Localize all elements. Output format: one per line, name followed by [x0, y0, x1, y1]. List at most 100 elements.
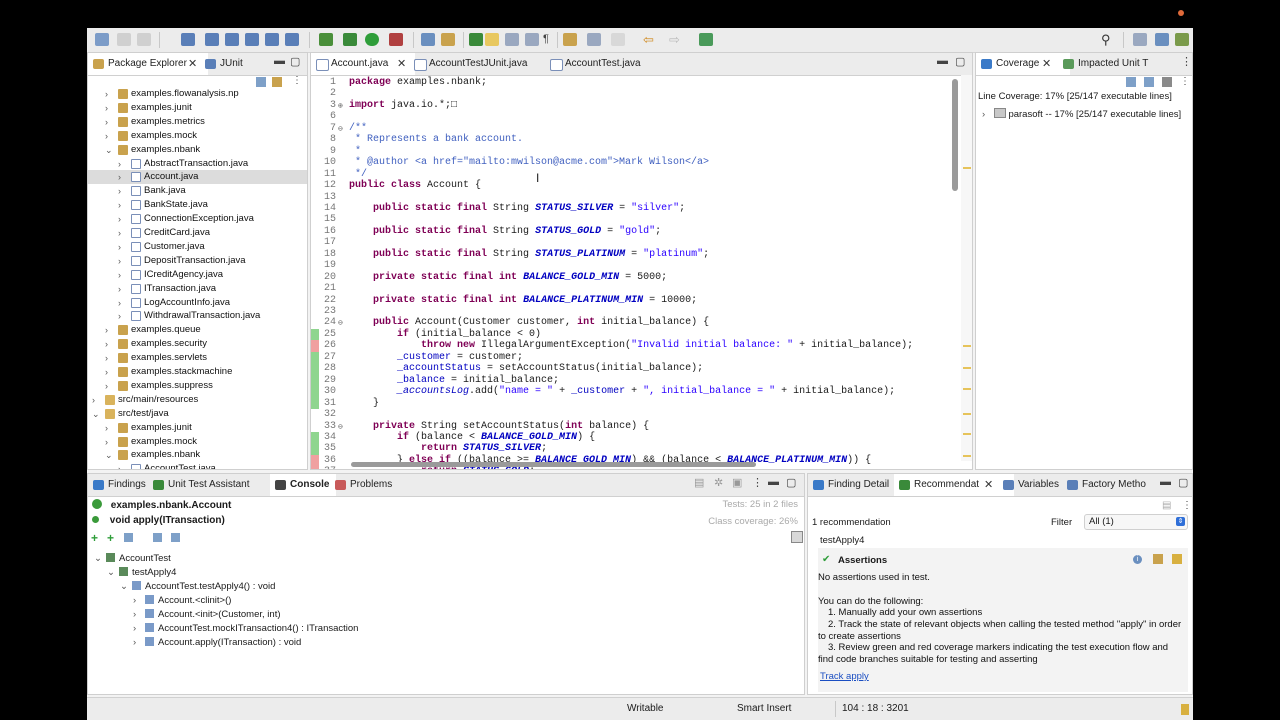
minimize-icon[interactable]: ▬: [274, 55, 285, 67]
maximize-icon[interactable]: ▢: [290, 55, 300, 68]
chevron-right-icon[interactable]: ›: [133, 622, 145, 636]
collapse-fold-icon[interactable]: ⊖: [338, 318, 343, 328]
chevron-down-icon[interactable]: ⌄: [107, 566, 119, 580]
view-menu-icon[interactable]: ⋮: [752, 476, 763, 489]
chevron-right-icon[interactable]: ›: [118, 226, 121, 240]
tree-item[interactable]: › LogAccountInfo.java: [118, 296, 230, 310]
add-icon[interactable]: +: [91, 531, 98, 545]
chevron-down-icon[interactable]: ⌄: [120, 580, 132, 594]
tab-package-explorer[interactable]: Package Explorer ✕: [88, 53, 208, 75]
tree-item[interactable]: › Bank.java: [118, 184, 186, 198]
expand-all-icon[interactable]: [1126, 77, 1136, 87]
view-menu-icon[interactable]: ⋮: [1181, 55, 1192, 68]
chevron-right-icon[interactable]: ›: [118, 309, 121, 323]
link-editor-icon[interactable]: [272, 77, 282, 87]
tree-item[interactable]: › examples.metrics: [105, 115, 205, 129]
tab-impacted-unit-tests[interactable]: Impacted Unit T: [1058, 53, 1148, 75]
debug-perspective-icon[interactable]: [1175, 33, 1189, 46]
tree-item[interactable]: ⌄ src/test/java: [92, 407, 169, 421]
settings-icon[interactable]: ✲: [714, 476, 723, 489]
back-icon[interactable]: ⇦: [643, 33, 657, 46]
copy-icon[interactable]: [153, 533, 162, 542]
tree-item[interactable]: › DepositTransaction.java: [118, 254, 246, 268]
tab-accounttestjunit-java[interactable]: AccountTestJUnit.java: [409, 53, 527, 75]
minimize-icon[interactable]: ▬: [1160, 476, 1171, 488]
close-icon[interactable]: ✕: [1042, 53, 1051, 75]
expand-fold-icon[interactable]: ⊕: [338, 101, 343, 111]
tab-account-java[interactable]: Account.java ✕: [311, 53, 415, 75]
tree-item[interactable]: › CreditCard.java: [118, 226, 210, 240]
chevron-right-icon[interactable]: ›: [118, 198, 121, 212]
pin-editor-icon[interactable]: [699, 33, 713, 46]
view-menu-icon[interactable]: ⋮: [1182, 500, 1192, 511]
chevron-right-icon[interactable]: ›: [118, 254, 121, 268]
external-tools-icon[interactable]: [389, 33, 403, 46]
save-icon[interactable]: [117, 33, 131, 46]
chevron-right-icon[interactable]: ›: [118, 184, 121, 198]
edit-assertion-icon[interactable]: [1172, 554, 1182, 564]
chevron-right-icon[interactable]: ›: [105, 435, 108, 449]
tab-factory-methods[interactable]: Factory Metho: [1062, 474, 1146, 496]
tree-item[interactable]: › examples.junit: [105, 421, 192, 435]
execution-tree-item[interactable]: › Account.apply(ITransaction) : void: [133, 636, 301, 650]
vertical-scrollbar[interactable]: [952, 79, 958, 191]
wizard-icon[interactable]: [1153, 554, 1163, 564]
close-icon[interactable]: ✕: [397, 53, 406, 75]
run-icon[interactable]: [365, 33, 379, 46]
chevron-right-icon[interactable]: ›: [105, 87, 108, 101]
new-class-icon[interactable]: [469, 33, 483, 46]
last-edit-icon[interactable]: [611, 33, 625, 46]
collapse-all-icon[interactable]: [1144, 77, 1154, 87]
refresh-icon[interactable]: [92, 499, 102, 509]
tab-coverage[interactable]: Coverage ✕: [976, 53, 1070, 75]
clear-icon[interactable]: ▤: [694, 476, 704, 489]
maximize-icon[interactable]: ▢: [786, 476, 796, 489]
chevron-right-icon[interactable]: ›: [982, 109, 985, 120]
tree-item[interactable]: › examples.mock: [105, 129, 197, 143]
step-over-icon[interactable]: [245, 33, 259, 46]
collapse-all-icon[interactable]: [256, 77, 266, 87]
search-icon[interactable]: ⚲: [1101, 33, 1115, 46]
perspective-icon[interactable]: [1133, 33, 1147, 46]
tab-finding-detail[interactable]: Finding Detail: [808, 474, 889, 496]
tree-item[interactable]: ⌄ examples.nbank: [105, 143, 200, 157]
maximize-icon[interactable]: ▢: [955, 55, 965, 68]
tree-item[interactable]: ⌄ examples.nbank: [105, 448, 200, 462]
execution-tree-item[interactable]: › Account.<init>(Customer, int): [133, 608, 281, 622]
tree-item[interactable]: › ConnectionException.java: [118, 212, 254, 226]
chevron-right-icon[interactable]: ›: [105, 323, 108, 337]
horizontal-scrollbar[interactable]: [351, 462, 756, 467]
execution-tree-item[interactable]: › AccountTest.mockITransaction4() : ITran…: [133, 622, 358, 636]
chevron-right-icon[interactable]: ›: [133, 608, 145, 622]
chevron-right-icon[interactable]: ›: [105, 115, 108, 129]
collapse-tree-icon[interactable]: [791, 531, 803, 543]
tree-item[interactable]: › examples.queue: [105, 323, 201, 337]
tree-item[interactable]: › Account.java: [88, 170, 307, 185]
tab-unit-test-assistant[interactable]: Unit Test Assistant ✕: [148, 474, 325, 496]
tab-findings[interactable]: Findings: [88, 474, 146, 496]
info-icon[interactable]: i: [1133, 555, 1142, 564]
print-icon[interactable]: [137, 33, 151, 46]
tree-item[interactable]: › ICreditAgency.java: [118, 268, 223, 282]
tab-accounttest-java[interactable]: AccountTest.java: [545, 53, 641, 75]
prev-annotation-icon[interactable]: [587, 33, 601, 46]
tab-recommendations[interactable]: Recommendat ✕: [894, 474, 1014, 496]
execution-tree-item[interactable]: › Account.<clinit>(): [133, 594, 231, 608]
settings-icon[interactable]: ▤: [1162, 500, 1171, 511]
chevron-right-icon[interactable]: ›: [118, 170, 121, 184]
tree-item[interactable]: › Customer.java: [118, 240, 205, 254]
chevron-right-icon[interactable]: ›: [118, 157, 121, 171]
chevron-right-icon[interactable]: ›: [133, 636, 145, 650]
toggle-mark-icon[interactable]: [525, 33, 539, 46]
step-return-icon[interactable]: [265, 33, 279, 46]
chevron-right-icon[interactable]: ›: [92, 393, 95, 407]
code-editor[interactable]: 1 package examples.nbank; 2 3 ⊕ import java.i…: [311, 75, 961, 469]
execution-tree-item[interactable]: ⌄ AccountTest: [94, 552, 171, 566]
chevron-right-icon[interactable]: ›: [105, 379, 108, 393]
step-into-icon[interactable]: [225, 33, 239, 46]
tree-item[interactable]: › examples.junit: [105, 101, 192, 115]
track-apply-link[interactable]: Track apply: [820, 671, 869, 683]
view-menu-icon[interactable]: ⋮: [1180, 76, 1190, 87]
chevron-right-icon[interactable]: ›: [118, 268, 121, 282]
forward-icon[interactable]: ⇨: [669, 33, 683, 46]
